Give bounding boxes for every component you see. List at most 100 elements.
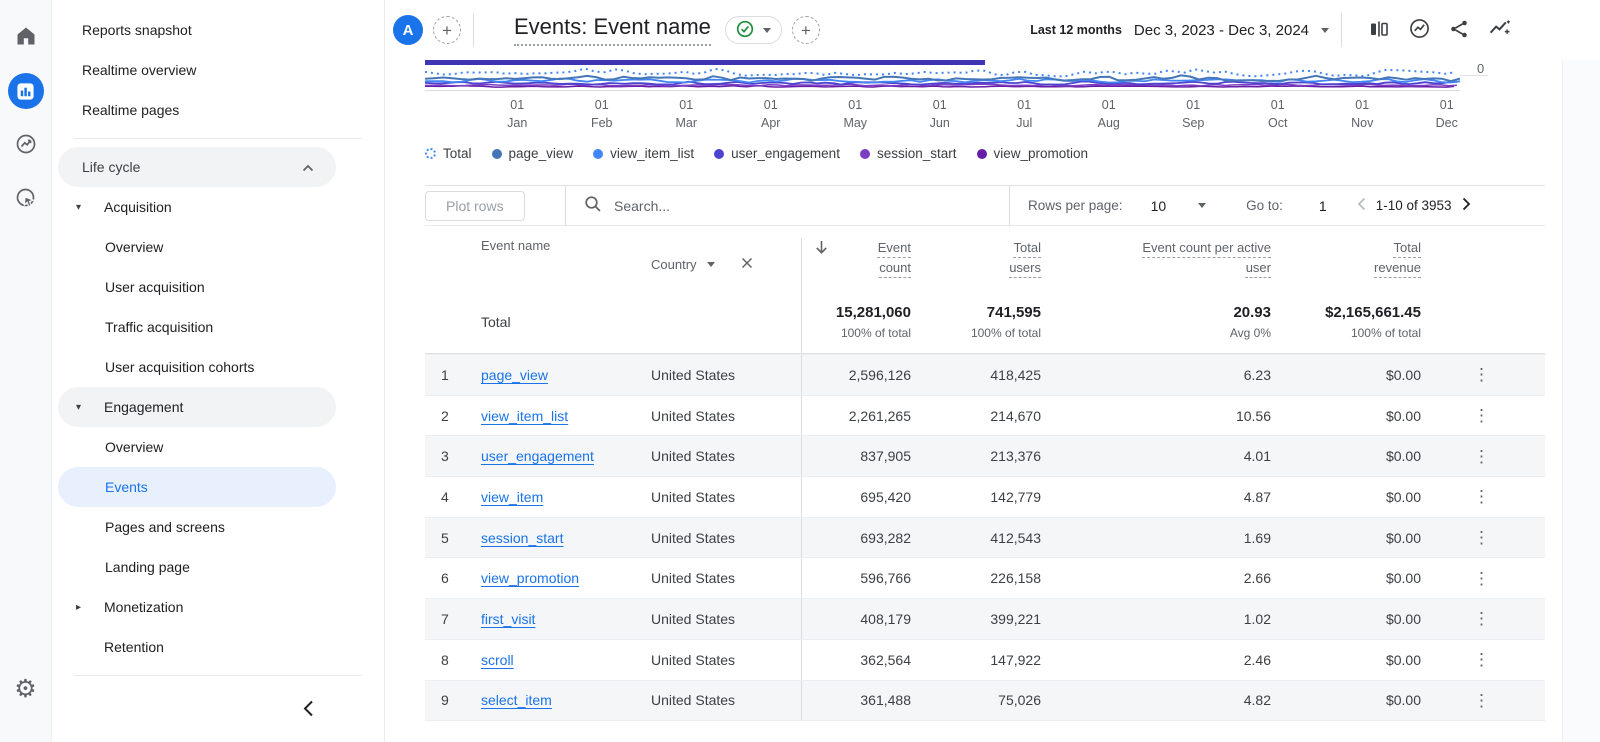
column-header-total-revenue[interactable]: Total revenue bbox=[1361, 238, 1421, 278]
search-icon bbox=[584, 195, 602, 216]
event-name-link[interactable]: session_start bbox=[481, 530, 563, 546]
advertising-nav-button[interactable] bbox=[7, 180, 45, 218]
sidebar-item[interactable]: Reports snapshot bbox=[52, 10, 384, 50]
rows-per-page-select[interactable]: 10 bbox=[1123, 198, 1207, 214]
totals-label: Total bbox=[481, 314, 511, 330]
row-menu-button[interactable]: ⋮ bbox=[1473, 651, 1490, 668]
event-name-link[interactable]: user_engagement bbox=[481, 448, 594, 464]
sidebar-item[interactable]: Landing page bbox=[58, 547, 336, 587]
sidebar-item[interactable]: Events bbox=[58, 467, 336, 507]
legend-item[interactable]: Total bbox=[425, 146, 472, 161]
explore-nav-button[interactable] bbox=[7, 126, 45, 164]
event-count-cell: 837,905 bbox=[801, 436, 935, 476]
sidebar-item[interactable]: ▾ Acquisition bbox=[58, 187, 336, 227]
admin-settings-button[interactable]: ⚙ bbox=[7, 670, 45, 708]
event-name-link[interactable]: scroll bbox=[481, 652, 514, 668]
row-number: 6 bbox=[425, 558, 481, 598]
legend-label: view_item_list bbox=[610, 146, 694, 161]
event-count-cell: 596,766 bbox=[801, 558, 935, 598]
reports-nav-button[interactable] bbox=[7, 72, 45, 110]
sidebar-item[interactable]: Overview bbox=[58, 227, 336, 267]
row-menu-button[interactable]: ⋮ bbox=[1473, 610, 1490, 627]
legend-label: Total bbox=[443, 146, 472, 161]
chevron-up-icon bbox=[302, 159, 314, 175]
home-nav-button[interactable] bbox=[7, 18, 45, 56]
sidebar-item[interactable]: Traffic acquisition bbox=[58, 307, 336, 347]
comparisons-button[interactable] bbox=[1362, 13, 1396, 47]
sidebar-tree: ▾ Acquisition Overview User acquisition … bbox=[52, 187, 384, 667]
column-header-event-count-per-active-user[interactable]: Event count per active user bbox=[1129, 238, 1271, 278]
revenue-cell: $0.00 bbox=[1295, 396, 1445, 436]
expand-arrow-icon[interactable]: ▾ bbox=[58, 402, 88, 413]
plot-rows-button[interactable]: Plot rows bbox=[425, 191, 525, 221]
legend-item[interactable]: view_promotion bbox=[977, 146, 1089, 161]
country-cell: United States bbox=[651, 558, 801, 598]
avatar[interactable]: A bbox=[393, 15, 423, 45]
total-users-cell: 75,026 bbox=[935, 681, 1065, 721]
per-user-cell: 4.87 bbox=[1065, 477, 1295, 517]
legend-item[interactable]: page_view bbox=[492, 146, 574, 161]
event-name-link[interactable]: first_visit bbox=[481, 611, 535, 627]
search-input[interactable] bbox=[614, 198, 914, 214]
go-to-page-input[interactable]: 1 bbox=[1319, 198, 1327, 214]
add-metric-button[interactable]: + bbox=[792, 16, 820, 44]
row-menu-button[interactable]: ⋮ bbox=[1473, 366, 1490, 383]
sidebar-item-label: Retention bbox=[104, 639, 164, 655]
sidebar-item[interactable]: Realtime pages bbox=[52, 90, 384, 130]
collapse-sidebar-button[interactable] bbox=[303, 700, 314, 720]
sidebar-item[interactable]: ▾ Engagement bbox=[58, 387, 336, 427]
insights-button[interactable] bbox=[1402, 13, 1436, 47]
column-header-country[interactable]: Country bbox=[651, 257, 697, 272]
sidebar-item[interactable]: Retention bbox=[58, 627, 336, 667]
sidebar-item[interactable]: User acquisition cohorts bbox=[58, 347, 336, 387]
column-header-total-users[interactable]: Total users bbox=[997, 238, 1041, 278]
sidebar-item[interactable]: Realtime overview bbox=[52, 50, 384, 90]
event-name-link[interactable]: select_item bbox=[481, 692, 552, 708]
row-menu-button[interactable]: ⋮ bbox=[1473, 692, 1490, 709]
date-preset-label: Last 12 months bbox=[1030, 23, 1122, 37]
events-over-time-chart: 0 01Jan 01Feb 01Mar 01Apr bbox=[425, 60, 1545, 132]
share-button[interactable] bbox=[1442, 13, 1476, 47]
country-cell: United States bbox=[651, 355, 801, 395]
sidebar-item-label: User acquisition bbox=[105, 279, 205, 295]
next-page-button[interactable] bbox=[1462, 197, 1471, 214]
column-header-event-count[interactable]: Event count bbox=[861, 238, 911, 278]
sidebar-item[interactable]: Pages and screens bbox=[58, 507, 336, 547]
rows-per-page-label: Rows per page: bbox=[1028, 198, 1123, 213]
legend-swatch bbox=[977, 149, 987, 159]
expand-arrow-icon[interactable]: ▸ bbox=[58, 602, 88, 613]
row-menu-button[interactable]: ⋮ bbox=[1473, 448, 1490, 465]
revenue-cell: $0.00 bbox=[1295, 640, 1445, 680]
expand-arrow-icon[interactable]: ▾ bbox=[58, 202, 88, 213]
event-name-link[interactable]: view_item_list bbox=[481, 408, 568, 424]
remove-dimension-icon[interactable] bbox=[741, 257, 753, 272]
row-menu-button[interactable]: ⋮ bbox=[1473, 570, 1490, 587]
column-header-event-name[interactable]: Event name bbox=[481, 238, 550, 253]
add-comparison-button[interactable]: + bbox=[433, 16, 461, 44]
collection-header-life-cycle[interactable]: Life cycle bbox=[58, 147, 336, 187]
event-name-link[interactable]: view_item bbox=[481, 489, 543, 505]
per-user-cell: 1.02 bbox=[1065, 599, 1295, 639]
sidebar-item-label: Acquisition bbox=[104, 199, 172, 215]
date-range-picker[interactable]: Dec 3, 2023 - Dec 3, 2024 bbox=[1134, 22, 1329, 39]
events-table-card: Plot rows Rows per page: 10 Go to bbox=[425, 185, 1545, 742]
report-status-pill[interactable] bbox=[725, 16, 782, 44]
row-menu-button[interactable]: ⋮ bbox=[1473, 529, 1490, 546]
table-toolbar: Plot rows Rows per page: 10 Go to bbox=[425, 186, 1545, 226]
sidebar-item[interactable]: Overview bbox=[58, 427, 336, 467]
event-name-link[interactable]: page_view bbox=[481, 367, 548, 383]
legend-item[interactable]: user_engagement bbox=[714, 146, 840, 161]
insights-sparkline-button[interactable] bbox=[1482, 13, 1516, 47]
event-name-link[interactable]: view_promotion bbox=[481, 570, 579, 586]
row-menu-button[interactable]: ⋮ bbox=[1473, 488, 1490, 505]
sidebar-item[interactable]: ▸ Monetization bbox=[58, 587, 336, 627]
previous-page-button[interactable] bbox=[1357, 197, 1366, 214]
chevron-down-icon[interactable] bbox=[707, 262, 715, 267]
sort-descending-icon[interactable] bbox=[814, 239, 829, 258]
legend-item[interactable]: session_start bbox=[860, 146, 957, 161]
per-user-cell: 6.23 bbox=[1065, 355, 1295, 395]
advertising-icon bbox=[14, 186, 38, 213]
sidebar-item[interactable]: User acquisition bbox=[58, 267, 336, 307]
row-menu-button[interactable]: ⋮ bbox=[1473, 407, 1490, 424]
legend-item[interactable]: view_item_list bbox=[593, 146, 694, 161]
